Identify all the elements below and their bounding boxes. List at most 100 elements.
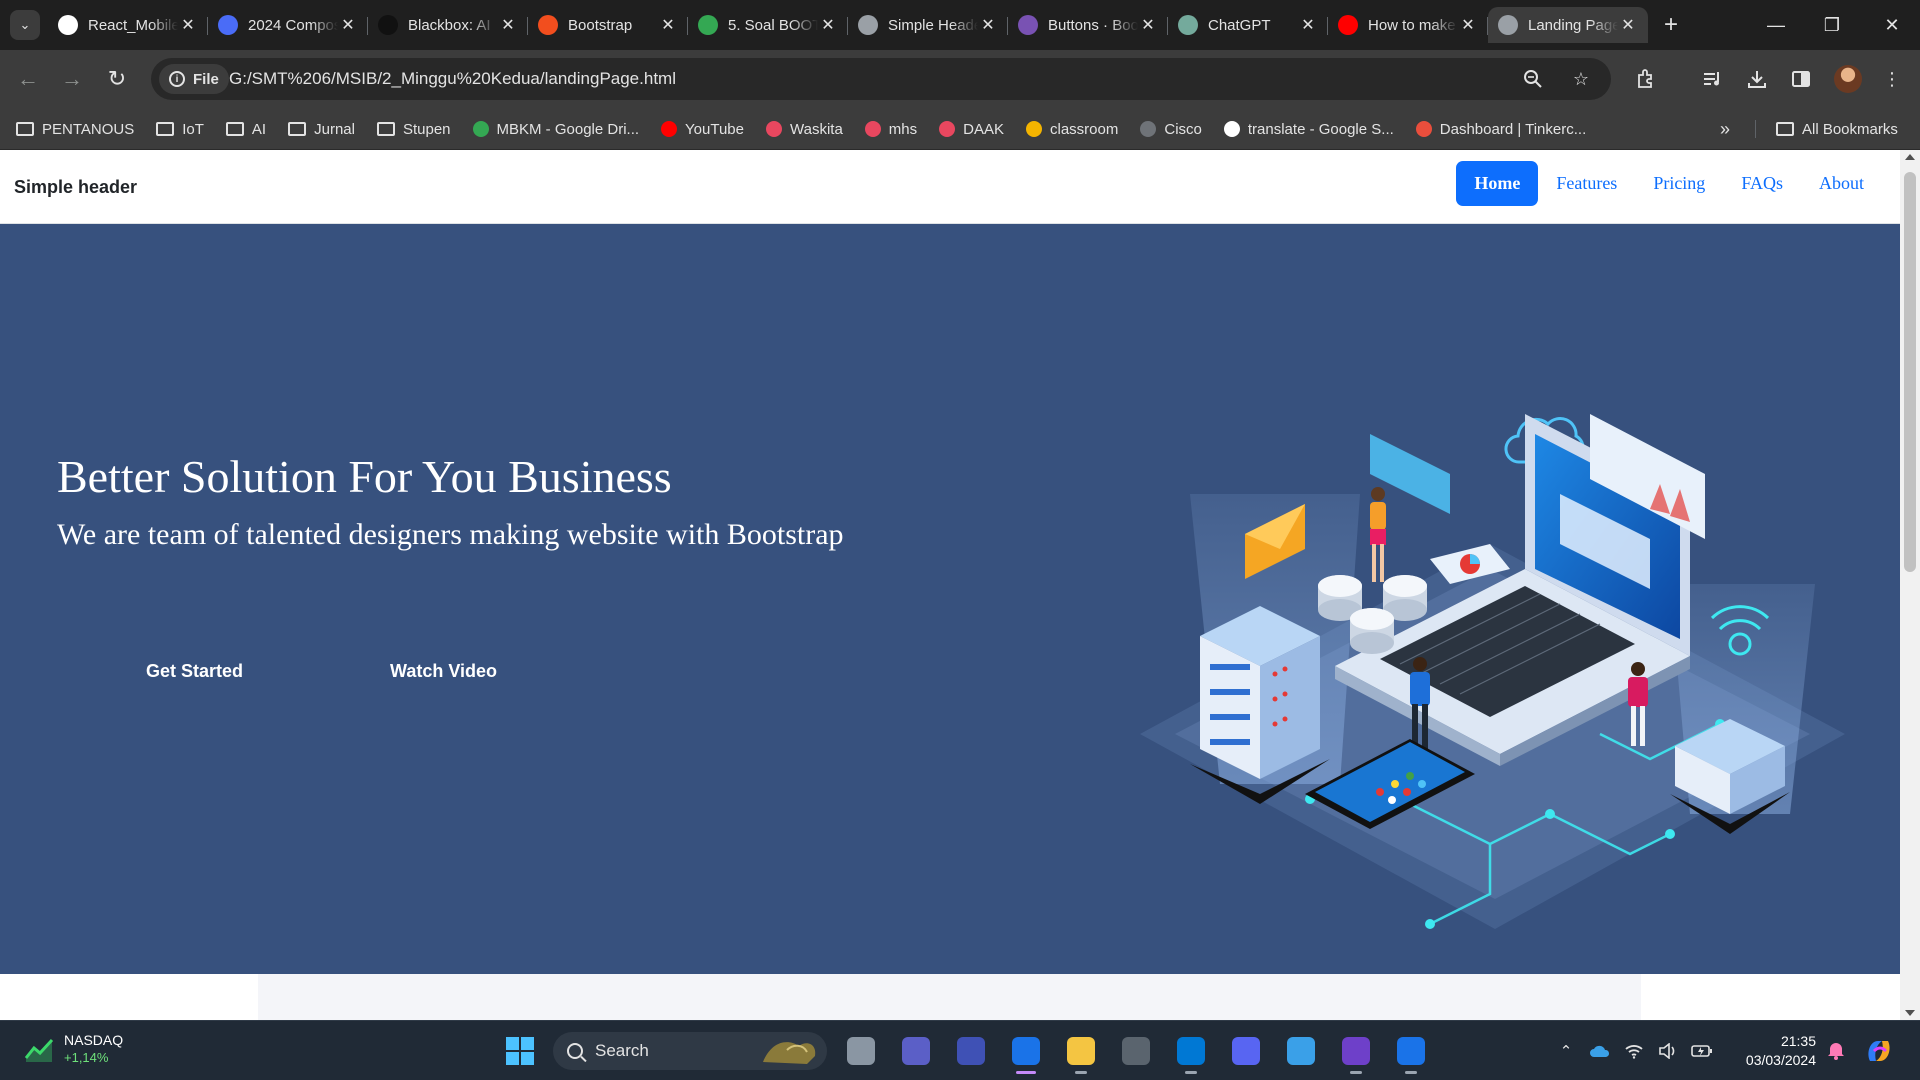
file-explorer-taskbar-button[interactable] <box>1059 1029 1103 1074</box>
brand[interactable]: Simple header <box>14 177 137 198</box>
bookmark-item[interactable]: MBKM - Google Dri... <box>472 121 639 138</box>
copilot-icon[interactable] <box>1864 1037 1894 1065</box>
nav-link-features[interactable]: Features <box>1538 161 1635 206</box>
all-bookmarks-button[interactable]: All Bookmarks <box>1776 108 1898 150</box>
media-controls-icon[interactable] <box>1698 65 1726 93</box>
bookmark-item[interactable]: mhs <box>864 121 917 138</box>
browser-tab[interactable]: React_Mobile ✕ <box>48 7 208 43</box>
chrome-profile-taskbar-button[interactable] <box>1389 1029 1433 1074</box>
close-tab-icon[interactable]: ✕ <box>1138 15 1158 35</box>
notepad-taskbar-button[interactable] <box>1279 1029 1323 1073</box>
bookmark-item[interactable]: Cisco <box>1140 121 1202 138</box>
github-desktop-icon <box>1342 1037 1370 1065</box>
browser-tab[interactable]: Buttons · Bootstrap✕ <box>1008 7 1168 43</box>
address-bar[interactable]: i File G:/SMT%206/MSIB/2_Minggu%20Kedua/… <box>151 58 1611 100</box>
teams-taskbar-button[interactable] <box>894 1029 938 1073</box>
onedrive-icon[interactable] <box>1589 1040 1611 1062</box>
watch-video-button[interactable]: Watch Video <box>390 661 497 682</box>
close-tab-icon[interactable]: ✕ <box>1298 15 1318 35</box>
github-desktop-taskbar-button[interactable] <box>1334 1029 1378 1074</box>
browser-tab[interactable]: How to make ✕ <box>1328 7 1488 43</box>
close-tab-icon[interactable]: ✕ <box>338 15 358 35</box>
start-button[interactable] <box>498 1029 542 1073</box>
close-tab-icon[interactable]: ✕ <box>818 15 838 35</box>
system-clock[interactable]: 21:35 03/03/2024 <box>1738 1032 1816 1070</box>
stock-name: NASDAQ <box>64 1032 124 1048</box>
restore-button[interactable]: ❐ <box>1804 0 1860 50</box>
scroll-up-icon[interactable] <box>1905 154 1915 160</box>
bookmark-item[interactable]: AI <box>225 121 266 138</box>
stock-widget[interactable]: NASDAQ +1,14% <box>24 1031 123 1067</box>
search-highlight-icon <box>763 1042 816 1064</box>
site-info-chip[interactable]: i File <box>159 64 229 94</box>
zoom-icon[interactable] <box>1521 67 1545 91</box>
back-button[interactable]: ← <box>12 63 44 95</box>
get-started-button[interactable]: Get Started <box>146 661 243 682</box>
unity-taskbar-button[interactable] <box>1114 1029 1158 1073</box>
bookmark-item[interactable]: classroom <box>1026 121 1118 138</box>
visual-paradigm-taskbar-button[interactable] <box>949 1029 993 1073</box>
close-tab-icon[interactable]: ✕ <box>978 15 998 35</box>
bookmark-item[interactable]: YouTube <box>661 121 744 138</box>
bookmark-item[interactable]: translate - Google S... <box>1223 120 1394 138</box>
site-nav: Home Features Pricing FAQs About <box>1456 161 1882 206</box>
browser-tab[interactable]: Blackbox: AI ✕ <box>368 7 528 43</box>
flower-icon <box>864 121 881 137</box>
url-text[interactable]: G:/SMT%206/MSIB/2_Minggu%20Kedua/landing… <box>229 69 676 89</box>
browser-tab[interactable]: ChatGPT ✕ <box>1168 7 1328 43</box>
notification-bell-icon[interactable] <box>1825 1039 1847 1061</box>
side-panel-icon[interactable] <box>1787 65 1815 93</box>
reload-button[interactable]: ↻ <box>101 63 133 95</box>
browser-tab[interactable]: 2024 Compose✕ <box>208 7 368 43</box>
close-tab-icon[interactable]: ✕ <box>1618 15 1638 35</box>
chevron-up-icon[interactable]: ⌃ <box>1555 1040 1577 1062</box>
browser-tab[interactable]: Landing Page ✕ <box>1488 7 1648 43</box>
volume-icon[interactable] <box>1657 1040 1679 1062</box>
bookmark-item[interactable]: Dashboard | Tinkerc... <box>1415 121 1586 138</box>
browser-tab[interactable]: 5. Soal BOOTSTRAP✕ <box>688 7 848 43</box>
chevron-double-right-icon[interactable]: » <box>1712 116 1738 142</box>
bookmark-item[interactable]: IoT <box>156 121 204 138</box>
bookmark-item[interactable]: PENTANOUS <box>16 121 134 138</box>
profile-avatar[interactable] <box>1834 65 1862 93</box>
reload-icon: ↻ <box>107 66 127 91</box>
close-tab-icon[interactable]: ✕ <box>178 15 198 35</box>
tab-title: React_Mobile <box>88 16 178 34</box>
bookmark-item[interactable]: DAAK <box>939 121 1004 138</box>
minimize-button[interactable]: — <box>1748 0 1804 50</box>
browser-tab[interactable]: Bootstrap ✕ <box>528 7 688 43</box>
chrome-taskbar-button[interactable] <box>1004 1029 1048 1074</box>
forward-button[interactable]: → <box>56 63 88 95</box>
battery-icon[interactable] <box>1691 1040 1713 1062</box>
bookmark-item[interactable]: Waskita <box>766 121 843 138</box>
nav-link-home[interactable]: Home <box>1456 161 1539 206</box>
kebab-menu-icon[interactable]: ⋮ <box>1878 65 1906 93</box>
wifi-icon[interactable] <box>1623 1040 1645 1062</box>
nav-link-pricing[interactable]: Pricing <box>1635 161 1723 206</box>
next-section <box>0 974 1900 1020</box>
task-view-taskbar-button[interactable] <box>839 1029 883 1073</box>
nav-link-about[interactable]: About <box>1801 161 1882 206</box>
bookmark-star-icon[interactable]: ☆ <box>1569 67 1593 91</box>
browser-tab[interactable]: Simple Header ✕ <box>848 7 1008 43</box>
bookmark-label: translate - Google S... <box>1247 120 1394 138</box>
scroll-down-icon[interactable] <box>1905 1010 1915 1016</box>
new-tab-button[interactable]: + <box>1654 7 1688 43</box>
download-icon[interactable] <box>1743 65 1771 93</box>
page-scrollbar[interactable] <box>1900 150 1920 1020</box>
vscode-taskbar-button[interactable] <box>1169 1029 1213 1074</box>
close-window-button[interactable]: ✕ <box>1864 0 1920 50</box>
nav-link-faqs[interactable]: FAQs <box>1723 161 1801 206</box>
close-tab-icon[interactable]: ✕ <box>658 15 678 35</box>
scroll-thumb[interactable] <box>1904 172 1916 572</box>
close-tab-icon[interactable]: ✕ <box>498 15 518 35</box>
bookmark-item[interactable]: Jurnal <box>288 121 355 138</box>
extensions-icon[interactable] <box>1632 65 1660 93</box>
close-tab-icon[interactable]: ✕ <box>1458 15 1478 35</box>
taskbar-search[interactable]: Search <box>553 1032 827 1070</box>
bookmark-item[interactable]: Stupen <box>376 121 451 138</box>
tab-search-button[interactable]: ⌄ <box>10 10 40 40</box>
discord-taskbar-button[interactable] <box>1224 1029 1268 1073</box>
stock-change: +1,14% <box>64 1050 109 1065</box>
bookmark-label: classroom <box>1050 120 1119 138</box>
